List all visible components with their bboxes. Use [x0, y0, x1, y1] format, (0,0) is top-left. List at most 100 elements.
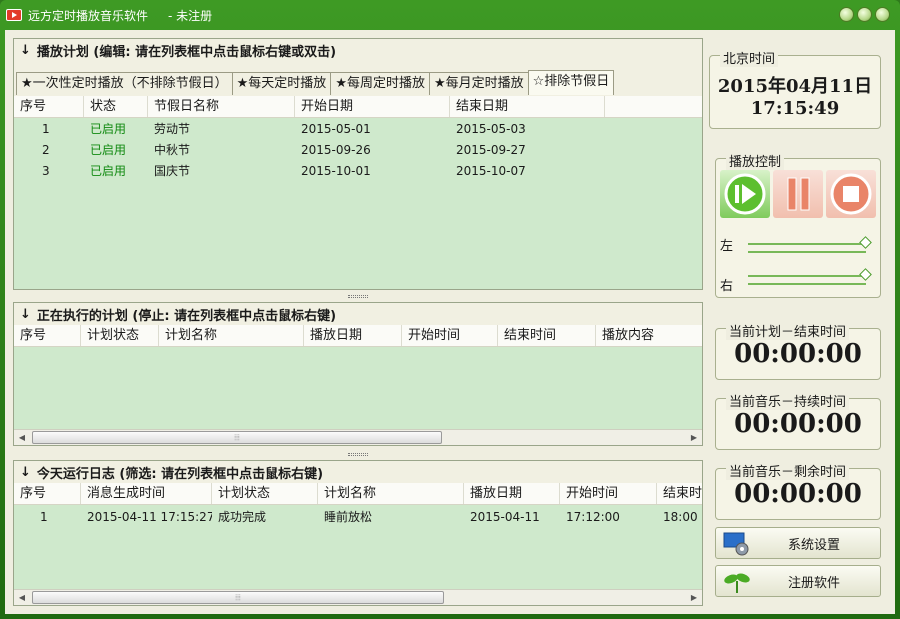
scroll-thumb[interactable]: ⦙⦙⦙ [32, 591, 444, 604]
playback-group: 播放控制 左 右 [715, 151, 881, 298]
title-bar[interactable]: 远方定时播放音乐软件 - 未注册 [0, 0, 900, 30]
music-duration-legend: 当前音乐－持续时间 [726, 391, 850, 410]
scroll-right-icon[interactable]: ▶ [686, 593, 702, 602]
right-volume-track [748, 283, 866, 285]
tab-daily[interactable]: ★每天定时播放 [231, 72, 332, 95]
col-end-time[interactable]: 结束时间 [498, 325, 596, 346]
window-title: 远方定时播放音乐软件 [28, 8, 149, 23]
system-settings-label: 系统设置 [788, 537, 841, 553]
client-area: ↓ 播放计划 (编辑: 请在列表框中点击鼠标右键或双击) ★一次性定时播放（不排… [5, 30, 895, 614]
settings-gear-icon [723, 532, 749, 556]
col-no[interactable]: 序号 [14, 325, 81, 346]
table-row[interactable]: 3 已启用 国庆节 2015-10-01 2015-10-07 [14, 161, 605, 182]
table-row[interactable]: 2 已启用 中秋节 2015-09-26 2015-09-27 [14, 140, 605, 161]
plan-end-legend: 当前计划－结束时间 [726, 321, 850, 340]
plan-end-time: 00:00:00 [734, 339, 862, 369]
down-arrow-icon: ↓ [20, 306, 31, 322]
current-time: 17:15:49 [750, 98, 840, 119]
system-settings-button[interactable]: 系统设置 [715, 527, 881, 559]
registration-status: - 未注册 [168, 8, 213, 23]
col-plan-name[interactable]: 计划名称 [159, 325, 304, 346]
row-end: 2015-05-03 [456, 122, 526, 136]
col-no[interactable]: 序号 [14, 96, 84, 117]
scroll-thumb[interactable]: ⦙⦙⦙ [32, 431, 442, 444]
tab-exclude-holidays[interactable]: ☆排除节假日 [527, 70, 615, 95]
music-duration-time: 00:00:00 [734, 409, 862, 439]
col-play-content[interactable]: 播放内容 [596, 325, 702, 346]
pause-button[interactable] [773, 170, 823, 218]
splitter-handle[interactable] [348, 453, 368, 456]
down-arrow-icon: ↓ [20, 42, 31, 58]
scroll-left-icon[interactable]: ◀ [14, 433, 30, 442]
log-list-header: 序号 消息生成时间 计划状态 计划名称 播放日期 开始时间 结束时 [14, 483, 702, 505]
tab-weekly[interactable]: ★每周定时播放 [330, 72, 430, 95]
row-no: 1 [40, 510, 48, 524]
col-end-time[interactable]: 结束时 [657, 483, 702, 504]
col-play-date[interactable]: 播放日期 [304, 325, 402, 346]
col-end-date[interactable]: 结束日期 [450, 96, 605, 117]
splitter-handle[interactable] [348, 295, 368, 298]
right-volume-slider[interactable] [748, 275, 866, 277]
music-remaining-time: 00:00:00 [734, 479, 862, 509]
row-date: 2015-04-11 [470, 510, 540, 524]
clock-group: 北京时间 2015年04月11日 17:15:49 [709, 48, 881, 129]
col-plan-status[interactable]: 计划状态 [81, 325, 159, 346]
sprout-icon [724, 573, 750, 593]
down-arrow-icon: ↓ [20, 464, 31, 480]
register-software-button[interactable]: 注册软件 [715, 565, 881, 597]
plan-list-header: 序号 状态 节假日名称 开始日期 结束日期 [14, 96, 702, 118]
current-date: 2015年04月11日 [717, 76, 873, 97]
row-state: 成功完成 [218, 510, 267, 524]
log-panel: ↓ 今天运行日志 (筛选: 请在列表框中点击鼠标右键) 序号 消息生成时间 计划… [13, 460, 703, 606]
row-name: 劳动节 [154, 122, 191, 136]
left-volume-knob[interactable] [859, 236, 872, 249]
log-header: ↓ 今天运行日志 (筛选: 请在列表框中点击鼠标右键) [14, 461, 702, 483]
register-software-label: 注册软件 [788, 575, 841, 591]
maximize-button[interactable] [857, 7, 872, 22]
row-name: 睡前放松 [324, 510, 373, 524]
music-duration-group: 当前音乐－持续时间 00:00:00 [715, 391, 881, 450]
stop-button[interactable] [826, 170, 876, 218]
running-hscrollbar[interactable]: ◀ ⦙⦙⦙ ▶ [14, 429, 702, 445]
table-row[interactable]: 1 2015-04-11 17:15:27 成功完成 睡前放松 2015-04-… [14, 507, 702, 528]
log-title: 今天运行日志 (筛选: 请在列表框中点击鼠标右键) [36, 466, 324, 482]
tab-monthly[interactable]: ★每月定时播放 [428, 72, 529, 95]
running-list-header: 序号 计划状态 计划名称 播放日期 开始时间 结束时间 播放内容 [14, 325, 702, 347]
app-window: 远方定时播放音乐软件 - 未注册 ↓ 播放计划 (编辑: 请在列表框中点击鼠标右… [0, 0, 900, 619]
col-status[interactable]: 状态 [84, 96, 148, 117]
row-status: 已启用 [90, 143, 127, 157]
scroll-right-icon[interactable]: ▶ [686, 433, 702, 442]
col-plan-name[interactable]: 计划名称 [318, 483, 464, 504]
col-message-time[interactable]: 消息生成时间 [81, 483, 212, 504]
col-play-date[interactable]: 播放日期 [464, 483, 560, 504]
col-start-time[interactable]: 开始时间 [402, 325, 498, 346]
play-plan-panel: ↓ 播放计划 (编辑: 请在列表框中点击鼠标右键或双击) ★一次性定时播放（不排… [13, 38, 703, 290]
running-plan-title: 正在执行的计划 (停止: 请在列表框中点击鼠标右键) [36, 308, 337, 324]
col-plan-status[interactable]: 计划状态 [212, 483, 318, 504]
row-start: 2015-09-26 [301, 143, 371, 157]
left-volume-slider[interactable] [748, 243, 866, 245]
log-hscrollbar[interactable]: ◀ ⦙⦙⦙ ▶ [14, 589, 702, 605]
col-no[interactable]: 序号 [14, 483, 81, 504]
scroll-left-icon[interactable]: ◀ [14, 593, 30, 602]
row-no: 3 [42, 164, 50, 178]
left-volume-track [748, 251, 866, 253]
close-button[interactable] [875, 7, 890, 22]
col-start-time[interactable]: 开始时间 [560, 483, 657, 504]
stop-icon [830, 173, 872, 215]
row-time: 2015-04-11 17:15:27 [87, 510, 212, 524]
running-plan-panel: ↓ 正在执行的计划 (停止: 请在列表框中点击鼠标右键) 序号 计划状态 计划名… [13, 302, 703, 446]
tab-one-time[interactable]: ★一次性定时播放（不排除节假日） [16, 72, 233, 95]
table-row[interactable]: 1 已启用 劳动节 2015-05-01 2015-05-03 [14, 119, 605, 140]
play-plan-title: 播放计划 (编辑: 请在列表框中点击鼠标右键或双击) [36, 44, 337, 60]
col-start-date[interactable]: 开始日期 [295, 96, 450, 117]
row-no: 1 [42, 122, 50, 136]
app-logo-icon [6, 9, 22, 21]
col-holiday-name[interactable]: 节假日名称 [148, 96, 295, 117]
music-remaining-group: 当前音乐－剩余时间 00:00:00 [715, 461, 881, 520]
right-volume-knob[interactable] [859, 268, 872, 281]
row-status: 已启用 [90, 164, 127, 178]
play-button[interactable] [720, 170, 770, 218]
minimize-button[interactable] [839, 7, 854, 22]
running-plan-header: ↓ 正在执行的计划 (停止: 请在列表框中点击鼠标右键) [14, 303, 702, 325]
